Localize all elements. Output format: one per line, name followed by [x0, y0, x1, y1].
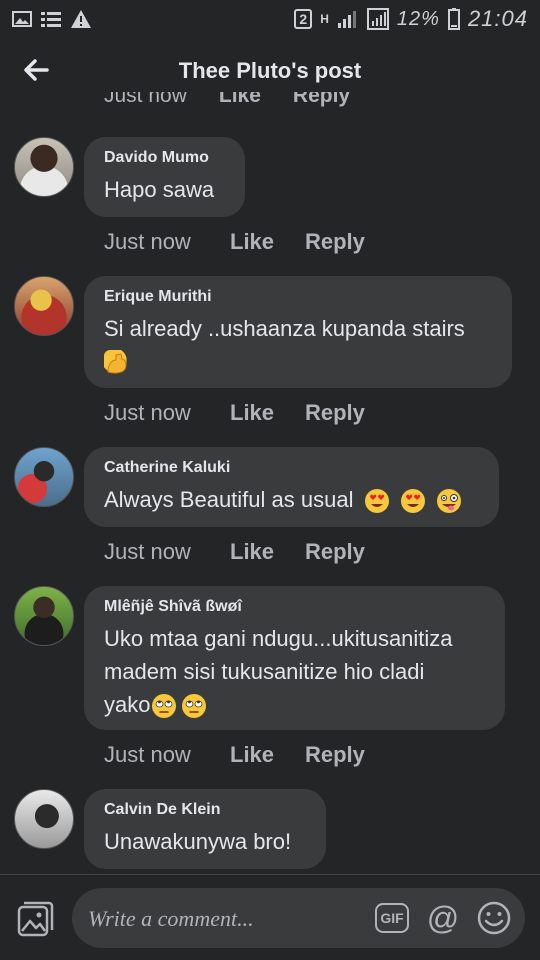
comment-input[interactable] [86, 898, 360, 940]
comment-time: Just now [104, 229, 191, 254]
avatar[interactable] [14, 137, 74, 197]
network-type-label: H [320, 12, 329, 26]
back-button[interactable] [20, 54, 52, 86]
heart-eyes-emoji [364, 489, 389, 514]
comment-text: Always Beautiful as usual [104, 483, 479, 516]
sim-icon: 2 [294, 9, 313, 29]
like-button[interactable]: Like [230, 539, 305, 565]
avatar[interactable] [14, 789, 74, 849]
comment-actions: Just now Like Reply [104, 229, 365, 255]
battery-percent: 12% [396, 7, 440, 30]
like-button[interactable]: Like [230, 742, 305, 768]
clock: 21:04 [467, 6, 528, 31]
comment-author[interactable]: Calvin De Klein [104, 801, 306, 819]
comment-text: Unawakunywa bro! [104, 829, 292, 854]
flexed-biceps-emoji [104, 350, 130, 377]
status-bar: 2 H 12% 21:04 [0, 0, 540, 38]
comment-author[interactable]: Erique Murithi [104, 288, 492, 306]
comment-bubble: Mlêñjê Shîvã ßwøî Uko mtaa gani ndugu...… [84, 586, 505, 730]
comment-bubble: Erique Murithi Si already ..ushaanza kup… [84, 276, 512, 388]
comment-text-content: Always Beautiful as usual [104, 487, 354, 512]
comment-text-line: yako [104, 692, 151, 717]
comment-text-line: madem sisi tukusanitize hio cladi [104, 659, 425, 684]
emoji-icon [477, 901, 511, 935]
emoji-button[interactable] [476, 900, 512, 936]
comment-text-content: Si already ..ushaanza kupanda stairs [104, 316, 465, 341]
like-button[interactable]: Like [230, 229, 305, 255]
avatar[interactable] [14, 586, 74, 646]
comment-text-line: Uko mtaa gani ndugu...ukitusanitiza [104, 626, 453, 651]
gif-icon: GIF [380, 910, 404, 926]
arrow-left-icon [24, 59, 49, 81]
comment-time: Just now [104, 539, 191, 564]
comment-text: Hapo sawa [104, 177, 215, 202]
mention-button[interactable]: @ [425, 900, 461, 936]
comment-text: Uko mtaa gani ndugu...ukitusanitiza made… [104, 622, 485, 721]
reply-button[interactable]: Reply [293, 92, 350, 108]
image-icon [12, 11, 32, 27]
avatar[interactable] [14, 276, 74, 336]
photo-icon [17, 901, 54, 937]
reply-button[interactable]: Reply [305, 229, 365, 255]
page-title: Thee Pluto's post [178, 58, 362, 83]
like-button[interactable]: Like [230, 400, 305, 426]
comment-time: Just now [104, 92, 187, 107]
comment-author[interactable]: Mlêñjê Shîvã ßwøî [104, 598, 485, 616]
reply-button[interactable]: Reply [305, 400, 365, 426]
comment-bubble: Catherine Kaluki Always Beautiful as usu… [84, 447, 499, 527]
comment-actions: Just now Like Reply [104, 742, 365, 768]
signal-box-icon [366, 8, 389, 30]
signal-icon [337, 11, 356, 28]
partial-comment-meta: Just now Like Reply [104, 92, 350, 108]
comment-bubble: Calvin De Klein Unawakunywa bro! [84, 789, 326, 869]
comment-actions: Just now Like Reply [104, 539, 365, 565]
avatar[interactable] [14, 447, 74, 507]
comment-time: Just now [104, 400, 191, 425]
heart-eyes-emoji [400, 489, 425, 514]
reply-button[interactable]: Reply [305, 742, 365, 768]
eye-roll-emoji [182, 694, 207, 719]
comment-bubble: Davido Mumo Hapo sawa [84, 137, 245, 217]
like-button[interactable]: Like [219, 92, 261, 108]
comment-input-box: GIF @ [72, 888, 525, 948]
eye-roll-emoji [152, 694, 177, 719]
comment-actions: Just now Like Reply [104, 400, 365, 426]
zany-face-emoji [436, 489, 461, 514]
list-icon [41, 12, 61, 27]
reply-button[interactable]: Reply [305, 539, 365, 565]
warning-icon [71, 10, 91, 28]
comment-composer: GIF @ [0, 876, 540, 960]
comment-author[interactable]: Catherine Kaluki [104, 459, 479, 477]
comment-text: Si already ..ushaanza kupanda stairs [104, 312, 492, 378]
composer-divider [0, 874, 540, 875]
mention-icon: @ [426, 899, 460, 936]
comment-time: Just now [104, 742, 191, 767]
photo-button[interactable] [16, 900, 54, 938]
comment-author[interactable]: Davido Mumo [104, 149, 225, 167]
battery-icon [447, 8, 460, 30]
gif-button[interactable]: GIF [375, 903, 409, 933]
